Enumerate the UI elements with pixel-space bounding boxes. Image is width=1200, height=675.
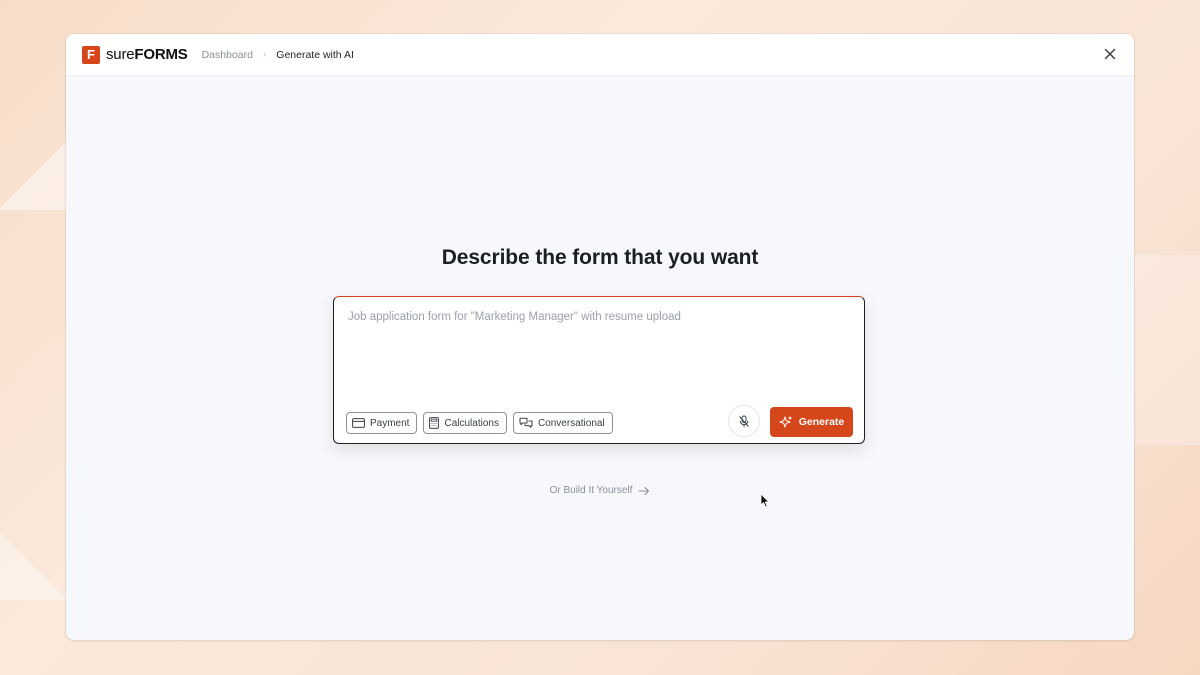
logo-mark: F: [82, 45, 100, 64]
chip-conversational[interactable]: Conversational: [512, 412, 613, 434]
close-button[interactable]: [1102, 46, 1118, 62]
prompt-input[interactable]: [346, 309, 855, 393]
prompt-box: Payment Calculations Conversational Gene…: [333, 296, 865, 444]
top-bar: F sureFORMS Dashboard › Generate with AI: [66, 34, 1134, 76]
generate-label: Generate: [798, 416, 845, 428]
background-decoration: [0, 530, 66, 600]
chip-label: Calculations: [444, 417, 499, 429]
arrow-right-icon: [638, 486, 650, 495]
app-window: F sureFORMS Dashboard › Generate with AI…: [66, 34, 1134, 640]
voice-input-button[interactable]: [728, 405, 760, 437]
credit-card-icon: [352, 418, 365, 428]
mouse-pointer-icon: [760, 493, 770, 508]
breadcrumb: Dashboard › Generate with AI: [202, 49, 354, 61]
breadcrumb-current: Generate with AI: [276, 48, 354, 61]
background-decoration: [0, 140, 66, 210]
chip-payment[interactable]: Payment: [346, 412, 418, 434]
logo-wordmark: sureFORMS: [106, 46, 188, 63]
calculator-icon: [429, 417, 440, 429]
feature-chips: Payment Calculations Conversational: [346, 412, 613, 434]
chat-bubbles-icon: [519, 417, 533, 428]
chip-label: Payment: [370, 417, 410, 429]
breadcrumb-separator: ›: [262, 49, 267, 60]
chip-label: Conversational: [537, 417, 605, 429]
background-decoration: [1134, 255, 1200, 445]
sparkle-icon: [779, 415, 792, 428]
breadcrumb-dashboard[interactable]: Dashboard: [202, 49, 253, 61]
generate-button[interactable]: Generate: [770, 407, 853, 437]
logo-suffix: FORMS: [134, 46, 188, 63]
microphone-off-icon: [739, 415, 749, 427]
chip-calculations[interactable]: Calculations: [423, 412, 507, 434]
close-icon: [1104, 48, 1116, 60]
build-yourself-link[interactable]: Or Build It Yourself: [66, 485, 1134, 496]
build-link-label: Or Build It Yourself: [549, 485, 633, 496]
page-title: Describe the form that you want: [441, 246, 759, 269]
logo-prefix: sure: [106, 46, 135, 63]
brand-logo[interactable]: F sureFORMS: [82, 45, 188, 64]
